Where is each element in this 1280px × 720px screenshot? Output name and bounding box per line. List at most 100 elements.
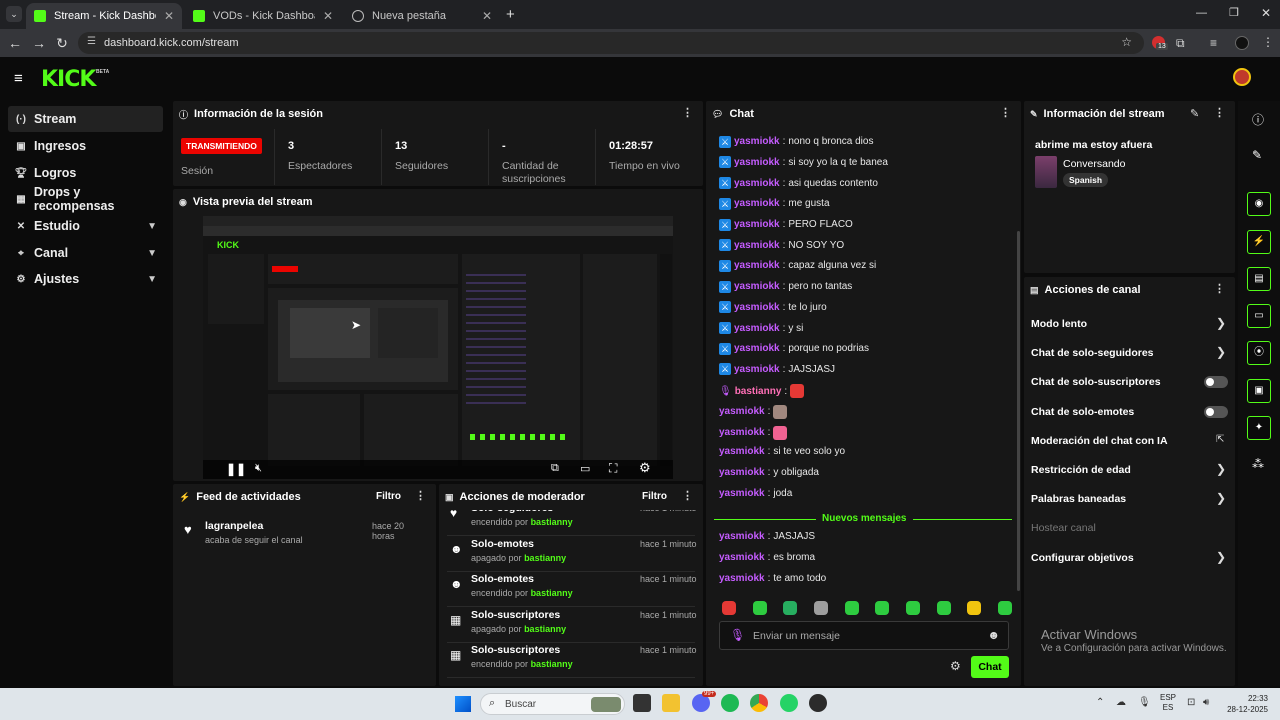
back-icon[interactable]: ← [7,35,23,51]
restore-icon[interactable]: ❐ [1229,6,1239,19]
tab-search-icon[interactable]: ⌄ [6,6,22,22]
forward-icon[interactable]: → [31,35,47,51]
chat-username[interactable]: yasmiokk [719,552,765,563]
wrench-icon[interactable]: ✦ [1247,416,1271,440]
tab-new[interactable]: Nueva pestaña ✕ [344,3,500,29]
chat-username[interactable]: yasmiokk [734,198,780,209]
chat-settings-gear-icon[interactable]: ⚙ [950,659,961,673]
chat-username[interactable]: yasmiokk [719,467,765,478]
pencil-icon[interactable]: ✎ [1252,148,1262,162]
taskbar-search[interactable]: ⌕ Buscar [480,693,625,715]
quick-emote-icon[interactable] [844,601,859,615]
chat-username[interactable]: yasmiokk [734,157,780,168]
tray-cloud-icon[interactable]: ☁ [1116,697,1126,708]
toggle-switch[interactable] [1204,376,1228,389]
reload-icon[interactable]: ↻ [54,35,70,51]
file-explorer-icon[interactable] [662,694,680,712]
quick-emote-icon[interactable] [875,601,890,615]
activity-user[interactable]: lagranpelea [205,520,263,532]
windows-start-icon[interactable] [455,696,471,712]
chat-scrollbar[interactable] [1017,231,1020,591]
chat-username[interactable]: yasmiokk [734,302,780,313]
mod-action-user[interactable]: bastianny [524,624,566,634]
mod-action-user[interactable]: bastianny [524,553,566,563]
chat-username[interactable]: yasmiokk [734,343,780,354]
chrome-icon[interactable] [750,694,768,712]
sidebar-item-ajustes[interactable]: ⚙ Ajustes ▼ [8,266,163,292]
minimize-icon[interactable]: — [1196,7,1207,19]
chat-username[interactable]: yasmiokk [719,446,765,457]
chat-username[interactable]: yasmiokk [719,406,765,417]
tab-vods[interactable]: VODs - Kick Dashboard ✕ [185,3,341,29]
hamburger-menu-icon[interactable]: ≡ [14,70,23,87]
channel-action-2[interactable]: Chat de solo-suscriptores [1031,376,1161,388]
theater-icon[interactable]: ▭ [580,462,590,475]
broadcast-toggle-icon[interactable]: ⦿ [1247,341,1271,365]
sidebar-item-canal[interactable]: ⌖ Canal ▼ [8,240,163,266]
channel-action-4[interactable]: Moderación del chat con IA [1031,435,1168,447]
kebab-menu-icon[interactable]: ⋮ [415,491,426,502]
info-circle-icon[interactable]: ⓘ [1252,111,1264,128]
site-info-icon[interactable]: ☰ [87,36,96,47]
mod-action-user[interactable]: bastianny [531,588,573,598]
clipboard-icon[interactable]: ▤ [1247,267,1271,291]
chat-username[interactable]: yasmiokk [719,531,765,542]
chevron-right-icon[interactable]: ❯ [1216,491,1226,505]
tray-mic-icon[interactable]: 🎙︎ [1138,697,1151,708]
chat-username[interactable]: yasmiokk [719,427,765,438]
pause-icon[interactable]: ❚❚ [226,462,246,476]
quick-emote-icon[interactable] [752,601,767,615]
close-tab-icon[interactable]: ✕ [482,9,492,23]
close-tab-icon[interactable]: ✕ [323,9,333,23]
chat-username[interactable]: yasmiokk [734,260,780,271]
quick-emote-icon[interactable] [722,601,736,615]
sidebar-item-stream[interactable]: (·) Stream [8,106,163,132]
category-thumbnail[interactable] [1035,156,1057,188]
quick-emote-icon[interactable] [813,601,828,615]
user-avatar[interactable] [1233,68,1251,86]
whatsapp-icon[interactable] [780,694,798,712]
mod-actions-toggle-icon[interactable]: ▣ [1247,379,1271,403]
toggle-switch[interactable] [1204,405,1228,418]
quick-emote-icon[interactable] [783,601,798,615]
chat-username[interactable]: yasmiokk [734,219,780,230]
tab-stream[interactable]: Stream - Kick Dashboard ✕ [26,3,182,29]
chat-username[interactable]: yasmiokk [734,364,780,375]
kebab-menu-icon[interactable]: ⋮ [1214,284,1225,295]
kebab-menu-icon[interactable]: ⋮ [1214,108,1225,119]
quick-emote-icon[interactable] [997,601,1012,615]
mod-action-user[interactable]: bastianny [531,659,573,669]
tray-chevron-icon[interactable]: ⌃ [1096,697,1104,708]
external-link-icon[interactable]: ⇱ [1216,434,1224,445]
channel-action-8[interactable]: Configurar objetivos [1031,552,1134,564]
add-widget-icon[interactable]: ⁂ [1252,457,1264,471]
channel-action-1[interactable]: Chat de solo-seguidores [1031,347,1154,359]
sidebar-item-estudio[interactable]: ✕ Estudio ▼ [8,213,163,239]
chat-toggle-icon[interactable]: ▭ [1247,304,1271,328]
chat-username[interactable]: yasmiokk [734,240,780,251]
preview-toggle-icon[interactable]: ◉ [1247,192,1271,216]
sidebar-item-logros[interactable]: 🏆︎ Logros [8,160,163,186]
new-tab-button[interactable]: + [506,6,515,23]
channel-action-0[interactable]: Modo lento [1031,318,1087,330]
video-player[interactable]: KICK ❚❚ 🔇︎ ⧉ ▭ ⛶ ⚙ ➤ [203,216,673,479]
network-icon[interactable]: ⊡ [1187,697,1195,708]
lightning-icon[interactable]: ⚡ [1247,230,1271,254]
volume-icon[interactable]: 🔊︎ [1203,697,1209,708]
quick-emote-icon[interactable] [936,601,951,615]
mute-icon[interactable]: 🔇︎ [255,462,262,475]
settings-gear-icon[interactable]: ⚙ [639,460,651,476]
app-icon[interactable] [809,694,827,712]
sidebar-item-drops[interactable]: ▦ Drops y recompensas [8,185,163,213]
chat-input[interactable]: 🎙︎ Enviar un mensaje ☻ [719,621,1009,650]
browser-menu-icon[interactable]: ⋮ [1262,35,1274,49]
channel-action-3[interactable]: Chat de solo-emotes [1031,406,1134,418]
chevron-right-icon[interactable]: ❯ [1216,462,1226,476]
send-chat-button[interactable]: Chat [971,656,1009,678]
chat-username[interactable]: yasmiokk [734,323,780,334]
chat-username[interactable]: bastianny [735,386,782,397]
chat-username[interactable]: yasmiokk [734,281,780,292]
media-controls-icon[interactable]: ≡ [1210,36,1217,50]
address-bar[interactable]: ☰ dashboard.kick.com/stream ☆ [78,32,1144,54]
chat-username[interactable]: yasmiokk [719,573,765,584]
